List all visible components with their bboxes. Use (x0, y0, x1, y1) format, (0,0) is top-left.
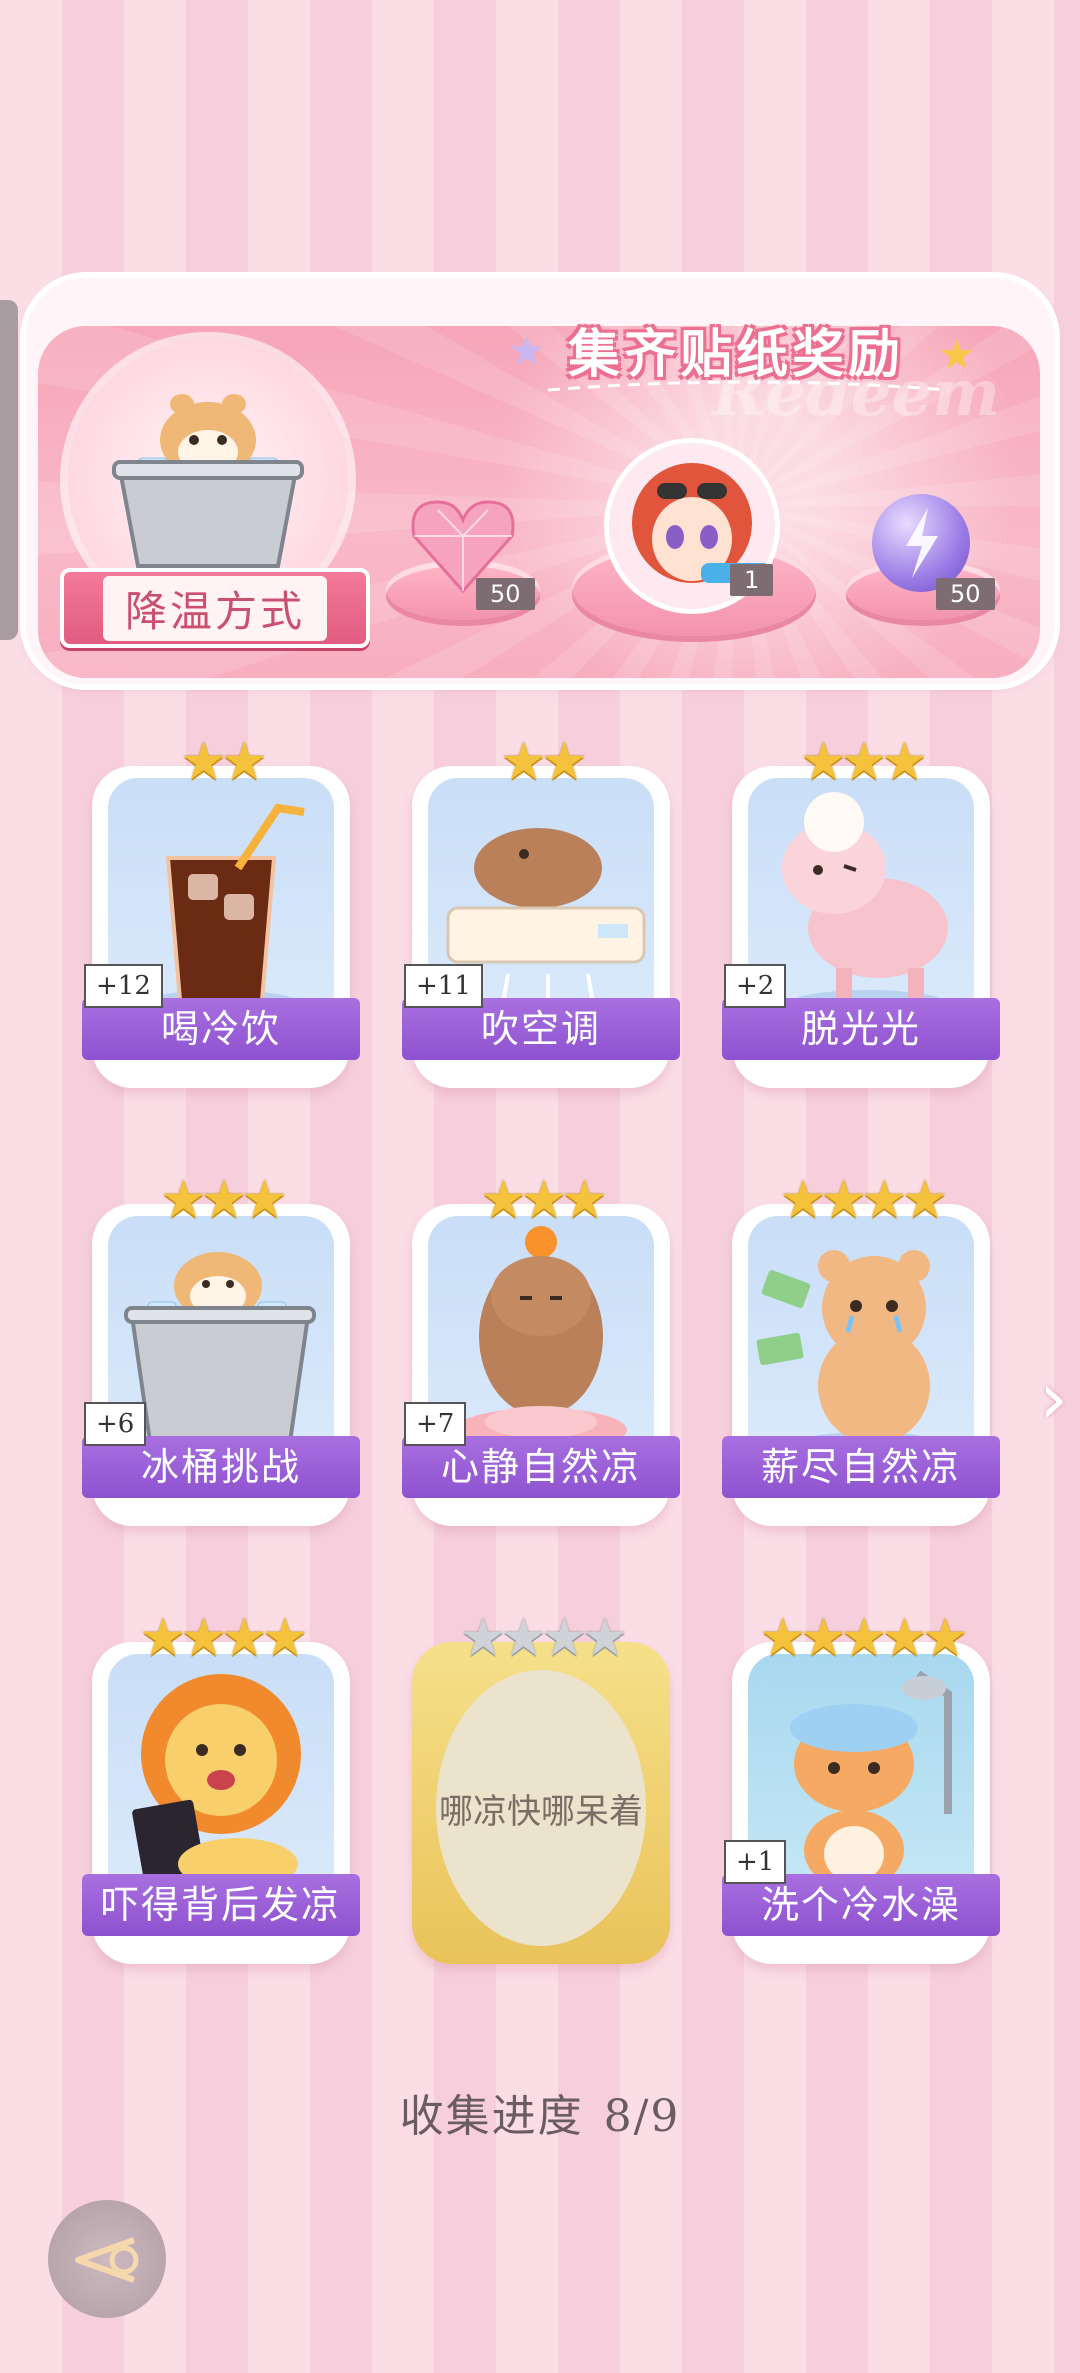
card-count-badge: +6 (84, 1402, 147, 1446)
locked-card-title: 哪凉快哪呆着 (436, 1670, 646, 1946)
hamster-ice-bucket-icon (112, 394, 304, 568)
category-label: 降温方式 (102, 575, 327, 641)
collection-progress: 收集进度 8/9 (0, 2080, 1080, 2144)
crying-bear-icon (748, 1216, 974, 1466)
side-drawer-tab[interactable] (0, 300, 18, 640)
sticker-card[interactable]: ★★★★★ 洗个冷水澡 +1 (722, 1608, 1000, 1976)
chevron-right-icon[interactable]: › (1039, 1356, 1068, 1440)
category-ribbon: 降温方式 (60, 568, 370, 648)
sticker-card[interactable]: ★★★ 脱光光 +2 (722, 732, 1000, 1100)
sticker-card[interactable]: ★★★★ 薪尽自然凉 (722, 1170, 1000, 1538)
star-rating: ★★★★ (779, 1170, 948, 1230)
sticker-card[interactable]: ★★ 喝冷饮 +12 (82, 732, 360, 1100)
star-rating: ★★ (180, 732, 267, 792)
purple-star-icon: ★ (508, 326, 546, 375)
scared-lion-icon (108, 1654, 334, 1904)
star-rating: ★★★ (160, 1170, 288, 1230)
progress-value: 8/9 (603, 2091, 681, 2142)
reward-title-banner: ★ 集齐贴纸奖励 ★ (508, 300, 978, 392)
star-rating: ★★★★ (459, 1608, 628, 1668)
card-count-badge: +11 (404, 964, 483, 1008)
card-title: 吓得背后发凉 (82, 1874, 360, 1936)
star-rating: ★★★★ (139, 1608, 308, 1668)
gold-star-icon: ★ (938, 330, 976, 379)
progress-label: 收集进度 (399, 2091, 584, 2142)
reward-count: 50 (936, 578, 995, 610)
sticker-card[interactable]: ★★★★ 吓得背后发凉 (82, 1608, 360, 1976)
card-count-badge: +2 (724, 964, 787, 1008)
card-count-badge: +12 (84, 964, 163, 1008)
back-button[interactable] (48, 2200, 166, 2318)
reward-title: 集齐贴纸奖励 (568, 325, 905, 385)
card-title: 薪尽自然凉 (722, 1436, 1000, 1498)
star-rating: ★★★★★ (759, 1608, 968, 1668)
star-rating: ★★★ (480, 1170, 608, 1230)
star-rating: ★★ (500, 732, 587, 792)
card-count-badge: +7 (404, 1402, 467, 1446)
back-arrow-icon (75, 2237, 139, 2283)
sticker-card[interactable]: ★★ 吹空调 +11 (402, 732, 680, 1100)
reward-count: 50 (476, 578, 535, 610)
card-count-badge: +1 (724, 1840, 787, 1884)
sticker-card[interactable]: ★★★ 心静自然凉 +7 (402, 1170, 680, 1538)
star-rating: ★★★ (800, 732, 928, 792)
dashed-divider (548, 380, 948, 392)
reward-count: 1 (730, 564, 774, 596)
locked-sticker-card[interactable]: 哪凉快哪呆着 ★★★★ (412, 1610, 670, 1976)
sticker-card[interactable]: ★★★ 冰桶挑战 +6 (82, 1170, 360, 1538)
